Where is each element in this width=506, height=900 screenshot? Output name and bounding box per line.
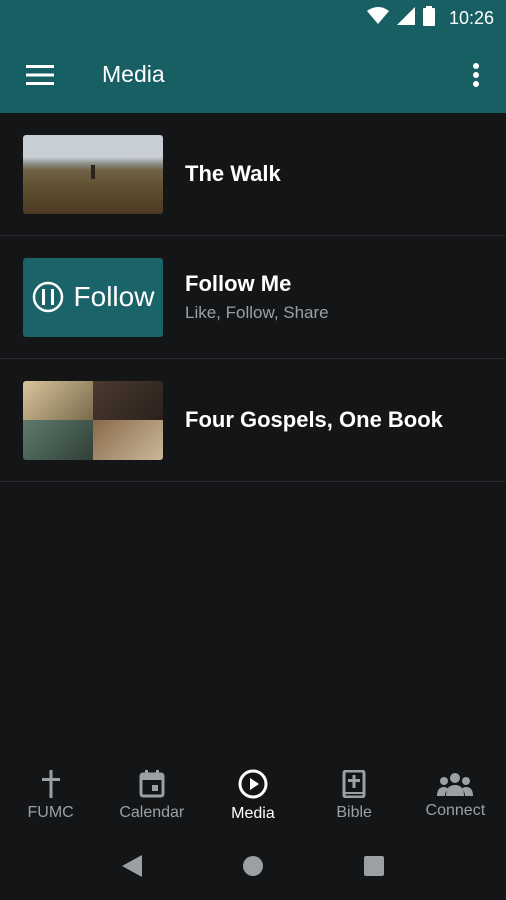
status-time: 10:26 (448, 7, 494, 28)
signal-icon (396, 6, 415, 30)
bottom-navigation: FUMC Calendar Media Bible Connect (0, 755, 506, 837)
nav-label: Media (231, 805, 275, 822)
more-vert-icon (473, 62, 479, 87)
thumb-quadrant (23, 420, 93, 460)
nav-item-fumc[interactable]: FUMC (0, 755, 101, 837)
menu-button[interactable] (0, 36, 80, 113)
media-list: The Walk Follow Follow Me Like, Follow, … (0, 113, 506, 482)
nav-item-calendar[interactable]: Calendar (101, 755, 202, 837)
media-title: Four Gospels, One Book (185, 407, 443, 432)
nav-item-media[interactable]: Media (202, 755, 303, 837)
wifi-icon (366, 6, 389, 30)
page-title: Media (102, 61, 165, 87)
nav-item-connect[interactable]: Connect (405, 755, 506, 837)
media-thumbnail (23, 134, 163, 214)
recents-icon[interactable] (364, 856, 384, 881)
nav-item-bible[interactable]: Bible (304, 755, 405, 837)
hamburger-icon (26, 64, 54, 85)
media-subtitle: Like, Follow, Share (185, 303, 329, 322)
thumb-quadrant (93, 380, 163, 420)
back-icon[interactable] (122, 855, 142, 882)
overflow-menu-button[interactable] (446, 36, 506, 113)
thumb-quadrant (93, 420, 163, 460)
bible-icon (342, 770, 366, 798)
calendar-icon (139, 770, 165, 798)
nav-label: Bible (336, 804, 372, 821)
media-thumbnail (23, 380, 163, 460)
thumb-quadrant (23, 380, 93, 420)
app-bar: Media (0, 36, 506, 113)
home-icon[interactable] (242, 855, 264, 882)
follow-logo-icon (32, 281, 63, 313)
play-circle-icon (238, 769, 268, 799)
media-thumbnail: Follow (23, 257, 163, 337)
media-title: The Walk (185, 161, 281, 186)
nav-label: Connect (425, 802, 486, 819)
thumbnail-text: Follow (73, 281, 155, 312)
nav-label: Calendar (119, 804, 185, 821)
media-item-the-walk[interactable]: The Walk (0, 113, 506, 236)
nav-label: FUMC (27, 804, 74, 821)
status-bar: 10:26 (0, 0, 506, 36)
media-item-follow-me[interactable]: Follow Follow Me Like, Follow, Share (0, 236, 506, 359)
person-silhouette (91, 164, 95, 179)
system-navigation-bar (0, 837, 506, 900)
battery-icon (422, 5, 435, 31)
media-title: Follow Me (185, 271, 292, 296)
cross-icon (41, 770, 60, 798)
people-icon (437, 773, 474, 796)
media-item-four-gospels[interactable]: Four Gospels, One Book (0, 359, 506, 482)
